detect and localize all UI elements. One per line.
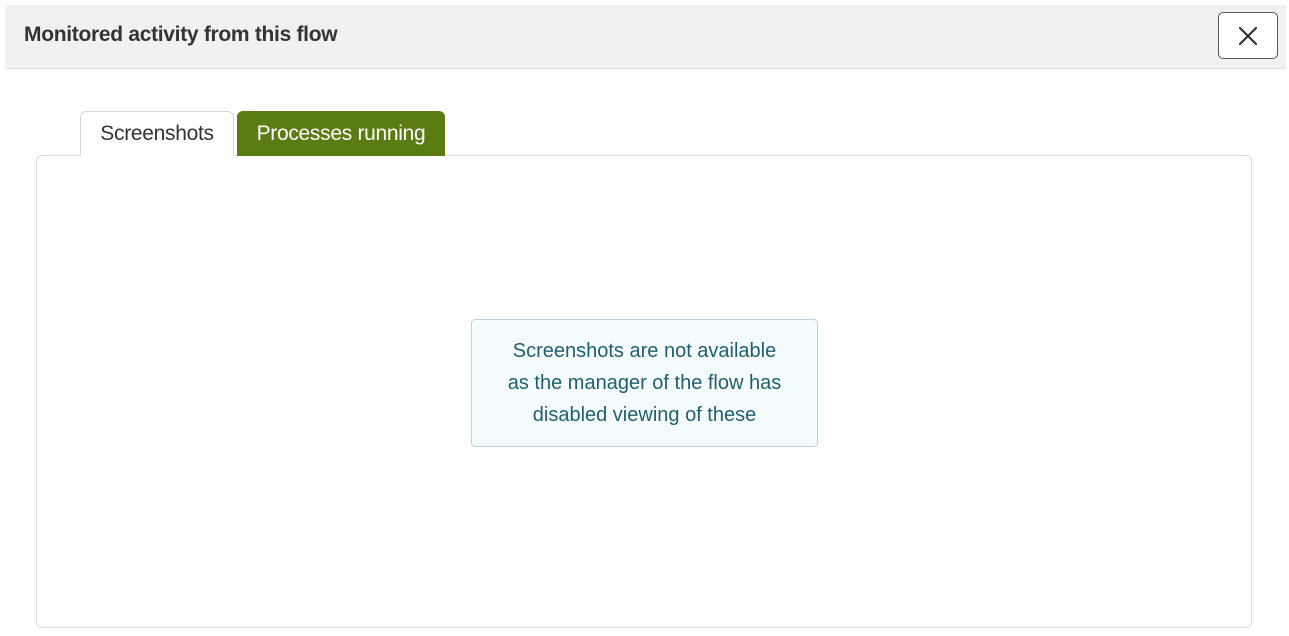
- tab-screenshots[interactable]: Screenshots: [80, 111, 234, 156]
- close-icon: [1238, 26, 1258, 45]
- screenshots-tab-panel: Screenshots are not available as the man…: [36, 155, 1252, 628]
- alert-message-line-3: disabled viewing of these: [532, 404, 757, 426]
- monitored-activity-dialog: Monitored activity from this flow Screen…: [0, 0, 1289, 636]
- close-button[interactable]: [1218, 12, 1278, 59]
- screenshots-unavailable-alert: Screenshots are not available as the man…: [471, 319, 818, 447]
- alert-message-line-2: as the manager of the flow has: [507, 372, 782, 394]
- alert-message-line-1: Screenshots are not available: [512, 340, 777, 362]
- tab-bar: Screenshots Processes running: [80, 111, 445, 156]
- dialog-header: Monitored activity from this flow: [5, 5, 1286, 69]
- alert-message: Screenshots are not available as the man…: [485, 335, 805, 431]
- tab-processes-running[interactable]: Processes running: [237, 111, 445, 156]
- dialog-title: Monitored activity from this flow: [24, 23, 338, 46]
